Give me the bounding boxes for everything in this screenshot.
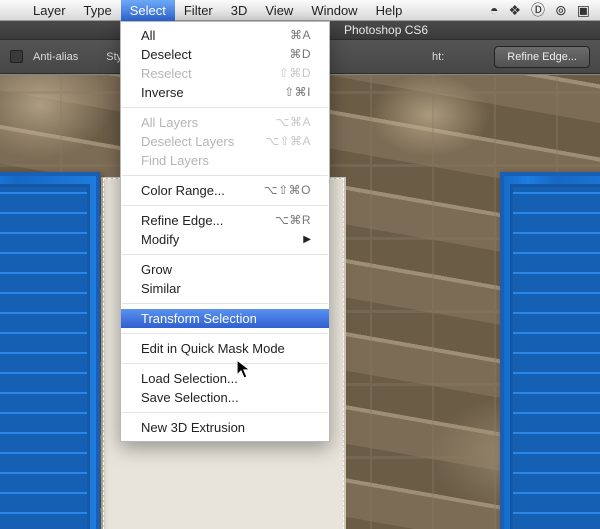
height-label-fragment: ht: (432, 51, 444, 63)
menu-item-inverse[interactable]: Inverse ⇧⌘I (121, 83, 329, 102)
menu-view[interactable]: View (256, 0, 302, 21)
menu-item-label: Refine Edge... (141, 211, 223, 230)
menu-item-shortcut: ⌘A (290, 26, 311, 45)
menu-item-label: Color Range... (141, 181, 225, 200)
menu-item-label: Load Selection... (141, 369, 238, 388)
menu-separator (122, 205, 328, 206)
menu-item-save-selection[interactable]: Save Selection... (121, 388, 329, 407)
menu-item-shortcut: ⌥⌘A (276, 113, 311, 132)
anti-alias-checkbox[interactable] (10, 50, 23, 63)
airplay-icon[interactable]: ▣ (577, 2, 590, 19)
menu-item-label: Deselect (141, 45, 192, 64)
anti-alias-label: Anti-alias (33, 51, 78, 63)
menu-separator (122, 254, 328, 255)
menu-select[interactable]: Select (121, 0, 175, 21)
refine-edge-button[interactable]: Refine Edge... (494, 46, 590, 68)
menu-item-modify[interactable]: Modify ▶ (121, 230, 329, 249)
menu-item-label: Edit in Quick Mask Mode (141, 339, 285, 358)
menu-item-all-layers: All Layers ⌥⌘A (121, 113, 329, 132)
dropbox-icon[interactable]: ❖ (508, 2, 521, 19)
menu-type[interactable]: Type (75, 0, 121, 21)
menu-item-similar[interactable]: Similar (121, 279, 329, 298)
menu-separator (122, 303, 328, 304)
menu-item-label: Deselect Layers (141, 132, 234, 151)
menubar-extras: ◓ ❖ Ⓓ ⊚ ▣ (490, 0, 594, 20)
cloud-upload-icon[interactable]: ◓ (490, 2, 498, 18)
menu-item-label: Modify (141, 230, 179, 249)
menu-item-all[interactable]: All ⌘A (121, 26, 329, 45)
creative-cloud-icon[interactable]: ⊚ (555, 2, 567, 19)
submenu-arrow-icon: ▶ (303, 230, 311, 249)
menu-item-label: All Layers (141, 113, 198, 132)
menu-item-new-3d-extrusion[interactable]: New 3D Extrusion (121, 418, 329, 437)
menu-filter[interactable]: Filter (175, 0, 222, 21)
menu-item-shortcut: ⇧⌘D (279, 64, 311, 83)
menu-item-shortcut: ⌘D (289, 45, 311, 64)
menu-separator (122, 107, 328, 108)
photo-shutter-right (500, 172, 600, 529)
menu-item-shortcut: ⌥⇧⌘A (265, 132, 311, 151)
menu-item-label: Transform Selection (141, 309, 257, 328)
menu-item-label: Inverse (141, 83, 184, 102)
menu-item-label: Grow (141, 260, 172, 279)
menu-layer[interactable]: Layer (24, 0, 75, 21)
menu-separator (122, 363, 328, 364)
menu-item-label: Reselect (141, 64, 192, 83)
menu-item-label: Save Selection... (141, 388, 239, 407)
menu-window[interactable]: Window (302, 0, 366, 21)
menu-item-find-layers: Find Layers (121, 151, 329, 170)
menu-3d[interactable]: 3D (222, 0, 257, 21)
menu-item-load-selection[interactable]: Load Selection... (121, 369, 329, 388)
menu-separator (122, 412, 328, 413)
pen-circle-icon[interactable]: Ⓓ (531, 0, 545, 20)
menu-item-reselect: Reselect ⇧⌘D (121, 64, 329, 83)
menu-separator (122, 175, 328, 176)
menu-item-refine-edge[interactable]: Refine Edge... ⌥⌘R (121, 211, 329, 230)
menu-item-deselect[interactable]: Deselect ⌘D (121, 45, 329, 64)
select-menu-dropdown: All ⌘A Deselect ⌘D Reselect ⇧⌘D Inverse … (120, 21, 330, 442)
menu-item-quick-mask[interactable]: Edit in Quick Mask Mode (121, 339, 329, 358)
menu-item-shortcut: ⌥⇧⌘O (264, 181, 311, 200)
menu-help[interactable]: Help (367, 0, 412, 21)
menu-item-label: All (141, 26, 155, 45)
menu-item-label: New 3D Extrusion (141, 418, 245, 437)
menu-separator (122, 333, 328, 334)
menu-item-grow[interactable]: Grow (121, 260, 329, 279)
menu-item-transform-selection[interactable]: Transform Selection (121, 309, 329, 328)
menubar: Layer Type Select Filter 3D View Window … (0, 0, 600, 21)
menu-item-label: Find Layers (141, 151, 209, 170)
menu-item-label: Similar (141, 279, 181, 298)
menu-item-deselect-layers: Deselect Layers ⌥⇧⌘A (121, 132, 329, 151)
photo-shutter-left (0, 172, 100, 529)
menu-item-shortcut: ⇧⌘I (284, 83, 311, 102)
menu-item-shortcut: ⌥⌘R (275, 211, 311, 230)
menu-item-color-range[interactable]: Color Range... ⌥⇧⌘O (121, 181, 329, 200)
